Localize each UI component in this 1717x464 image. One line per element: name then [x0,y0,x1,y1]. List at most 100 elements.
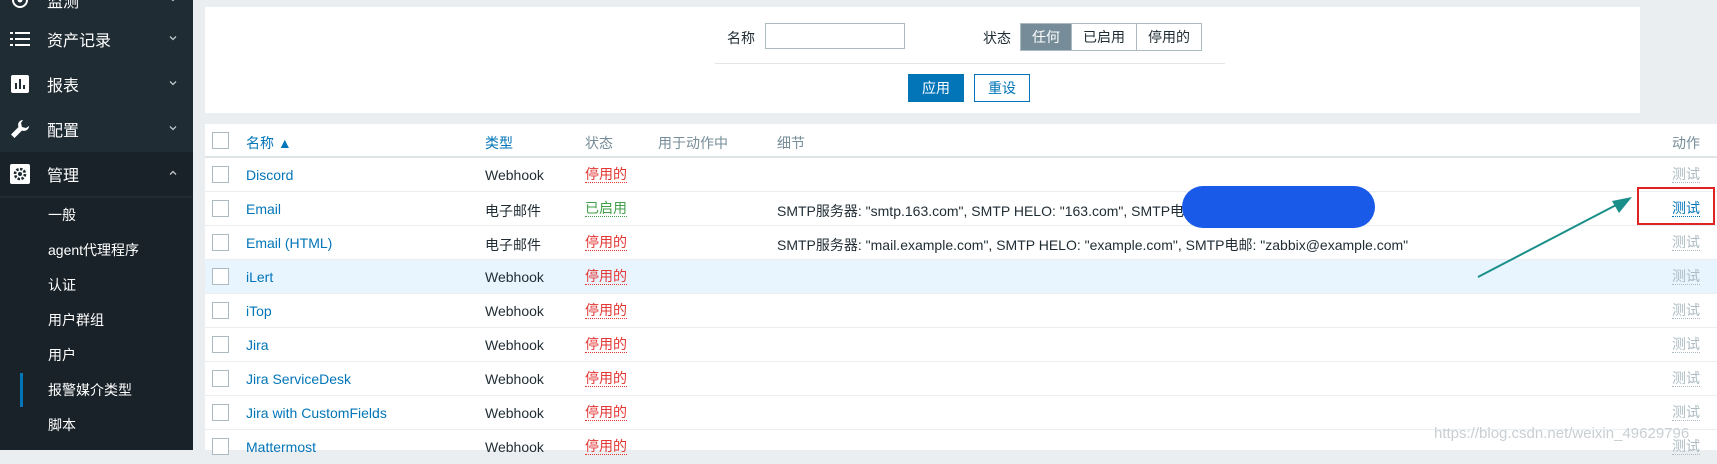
nav-configuration[interactable]: 配置 [0,107,193,151]
select-all-checkbox[interactable] [212,132,229,149]
row-checkbox[interactable] [212,268,229,285]
row-type: Webhook [485,371,544,387]
row-test-link[interactable]: 测试 [1672,337,1700,353]
filter-status-label: 状态 [983,30,1011,46]
nav-administration[interactable]: 管理 [0,152,193,196]
redaction-mark [1182,186,1375,228]
row-checkbox[interactable] [212,234,229,251]
column-header-type[interactable]: 类型 [485,133,513,153]
row-test-link[interactable]: 测试 [1672,371,1700,387]
nav-label: 监测 [47,0,80,11]
row-status-toggle[interactable]: 停用的 [585,439,627,455]
column-header-name[interactable]: 名称 ▲ [246,133,292,153]
column-header-details: 细节 [777,135,805,151]
submenu-media-types[interactable]: 报警媒介类型 [20,373,193,407]
reset-button[interactable]: 重设 [974,74,1030,102]
table-row: Jira ServiceDesk Webhook 停用的 测试 [205,362,1717,396]
row-type: Webhook [485,167,544,183]
row-status-toggle[interactable]: 停用的 [585,371,627,387]
submenu-authentication[interactable]: 认证 [20,268,193,302]
gear-icon [10,164,30,184]
row-name-link[interactable]: Email [246,201,281,217]
media-types-table: 名称 ▲ 类型 状态 用于动作中 细节 动作 Discord Webhook 停… [205,124,1717,464]
table-row: Jira Webhook 停用的 测试 [205,328,1717,362]
chevron-down-icon [169,36,177,41]
table-row: Discord Webhook 停用的 测试 [205,158,1717,192]
wrench-icon [10,119,30,139]
row-name-link[interactable]: Email (HTML) [246,235,332,251]
row-name-link[interactable]: iLert [246,269,273,285]
bar-chart-icon [10,74,30,94]
row-details: SMTP服务器: "mail.example.com", SMTP HELO: … [777,237,1409,253]
status-option-disabled[interactable]: 停用的 [1137,24,1201,50]
nav-label: 资产记录 [47,33,112,50]
nav-label: 配置 [47,123,80,140]
table-header: 名称 ▲ 类型 状态 用于动作中 细节 动作 [205,124,1717,158]
row-checkbox[interactable] [212,336,229,353]
row-test-link[interactable]: 测试 [1672,269,1700,285]
row-type: Webhook [485,337,544,353]
highlight-box [1637,187,1715,225]
status-option-enabled[interactable]: 已启用 [1072,24,1137,50]
sidebar: 监测 资产记录 报表 配置 管理 一般 agent代理程序 认证 用户群组 用户 [0,0,193,450]
row-status-toggle[interactable]: 停用的 [585,167,627,183]
row-status-toggle[interactable]: 停用的 [585,405,627,421]
filter-name-input[interactable] [765,23,905,49]
chevron-down-icon [169,81,177,86]
chevron-up-icon [169,170,177,175]
row-checkbox[interactable] [212,302,229,319]
apply-button[interactable]: 应用 [908,74,964,102]
list-icon [10,29,30,49]
status-segmented-control: 任何 已启用 停用的 [1020,23,1202,51]
annotation-arrow-icon [1477,197,1632,278]
chevron-down-icon [171,0,175,2]
filter-divider [715,63,1225,64]
row-test-link[interactable]: 测试 [1672,235,1700,251]
row-name-link[interactable]: Jira with CustomFields [246,405,387,421]
submenu-scripts[interactable]: 脚本 [20,408,193,442]
row-type: Webhook [485,303,544,319]
submenu-users[interactable]: 用户 [20,338,193,372]
row-status-toggle[interactable]: 停用的 [585,235,627,251]
row-checkbox[interactable] [212,370,229,387]
nav-label: 管理 [47,168,80,185]
submenu-agent-proxies[interactable]: agent代理程序 [20,233,193,267]
row-test-link[interactable]: 测试 [1672,303,1700,319]
row-name-link[interactable]: Jira ServiceDesk [246,371,351,387]
eye-icon [10,0,30,10]
row-checkbox[interactable] [212,438,229,455]
row-type: Webhook [485,405,544,421]
row-name-link[interactable]: Mattermost [246,439,316,455]
row-checkbox[interactable] [212,166,229,183]
nav-label: 报表 [47,78,80,95]
admin-submenu: 一般 agent代理程序 认证 用户群组 用户 报警媒介类型 脚本 [0,198,193,450]
filter-panel: 名称 状态 任何 已启用 停用的 应用 重设 [205,7,1640,113]
submenu-general[interactable]: 一般 [20,198,193,232]
table-row: iTop Webhook 停用的 测试 [205,294,1717,328]
row-status-toggle[interactable]: 已启用 [585,201,627,217]
column-header-used-in-actions: 用于动作中 [658,135,728,151]
row-name-link[interactable]: Jira [246,337,269,353]
nav-inventory[interactable]: 资产记录 [0,17,193,61]
row-status-toggle[interactable]: 停用的 [585,303,627,319]
watermark: https://blog.csdn.net/weixin_49629796 [1434,425,1690,442]
column-header-status: 状态 [585,135,613,151]
nav-reports[interactable]: 报表 [0,62,193,106]
row-checkbox[interactable] [212,200,229,217]
row-checkbox[interactable] [212,404,229,421]
row-test-link[interactable]: 测试 [1672,167,1700,183]
chevron-down-icon [169,126,177,131]
row-test-link[interactable]: 测试 [1672,405,1700,421]
submenu-user-groups[interactable]: 用户群组 [20,303,193,337]
row-status-toggle[interactable]: 停用的 [585,269,627,285]
row-type: Webhook [485,269,544,285]
filter-name-label: 名称 [727,30,755,46]
row-type: 电子邮件 [485,203,541,219]
row-type: 电子邮件 [485,237,541,253]
status-option-any[interactable]: 任何 [1021,24,1072,50]
row-name-link[interactable]: Discord [246,167,293,183]
row-type: Webhook [485,439,544,455]
row-name-link[interactable]: iTop [246,303,272,319]
row-details: SMTP服务器: "smtp.163.com", SMTP HELO: "163… [777,203,1199,219]
row-status-toggle[interactable]: 停用的 [585,337,627,353]
